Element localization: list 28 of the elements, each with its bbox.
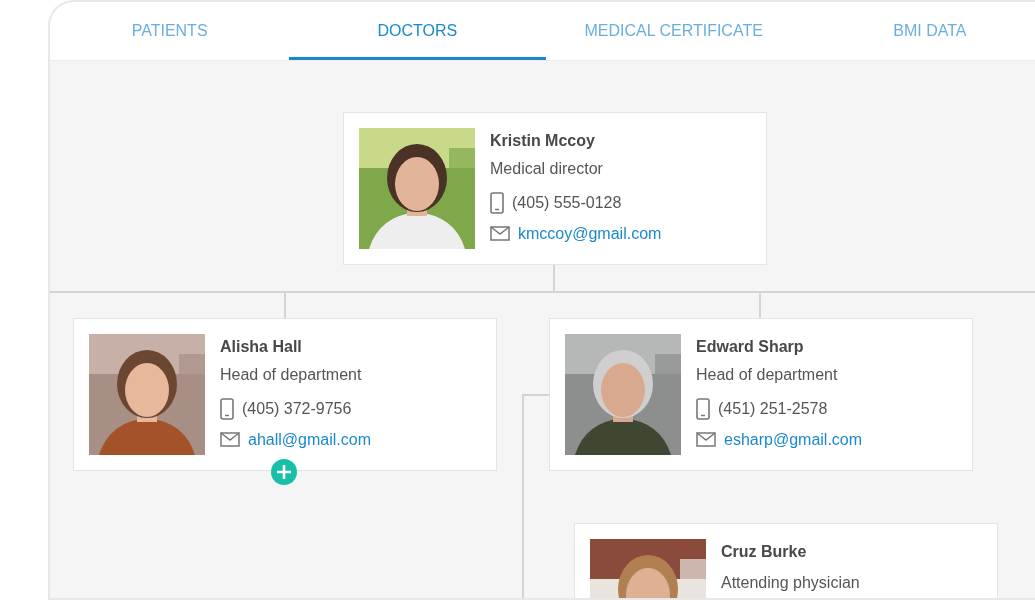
phone-number: (451) 251-2578 bbox=[718, 400, 828, 419]
phone-number: (405) 372-9756 bbox=[242, 400, 352, 419]
doctor-card[interactable]: Cruz Burke Attending physician bbox=[574, 523, 998, 598]
tab[interactable]: BMI DATA bbox=[801, 2, 1035, 60]
mail-icon bbox=[490, 226, 510, 242]
mail-icon bbox=[220, 432, 240, 448]
doctor-name: Cruz Burke bbox=[721, 543, 808, 562]
email-link[interactable]: kmccoy@gmail.com bbox=[518, 224, 662, 243]
doctor-card[interactable]: Edward Sharp Head of department (451) 251-2578 esharp@gmail.com bbox=[549, 318, 973, 471]
doctor-role: Attending physician bbox=[721, 574, 860, 593]
mail-icon bbox=[696, 432, 716, 448]
doctor-name: Edward Sharp bbox=[696, 338, 805, 357]
email-link[interactable]: esharp@gmail.com bbox=[724, 430, 863, 449]
add-icon[interactable] bbox=[271, 459, 297, 485]
tab[interactable]: MEDICAL CERTIFICATE bbox=[545, 2, 802, 60]
phone-number: (405) 555-0128 bbox=[512, 194, 622, 213]
phone-icon bbox=[220, 398, 234, 421]
doctor-name: Alisha Hall bbox=[220, 338, 303, 357]
doctor-card[interactable]: Alisha Hall Head of department (405) 372-9756 ahall@gmail.com bbox=[73, 318, 497, 471]
doctor-role: Medical director bbox=[490, 159, 604, 179]
doctor-card[interactable]: Kristin Mccoy Medical director (405) 555-0128 kmccoy@gmail.com bbox=[343, 112, 767, 265]
phone-icon bbox=[696, 398, 710, 421]
tab[interactable]: PATIENTS bbox=[50, 2, 290, 60]
phone-icon bbox=[490, 192, 504, 215]
doctor-role: Head of department bbox=[696, 365, 839, 385]
doctor-role: Head of department bbox=[220, 365, 363, 385]
email-link[interactable]: ahall@gmail.com bbox=[248, 430, 371, 449]
doctor-name: Kristin Mccoy bbox=[490, 132, 596, 151]
